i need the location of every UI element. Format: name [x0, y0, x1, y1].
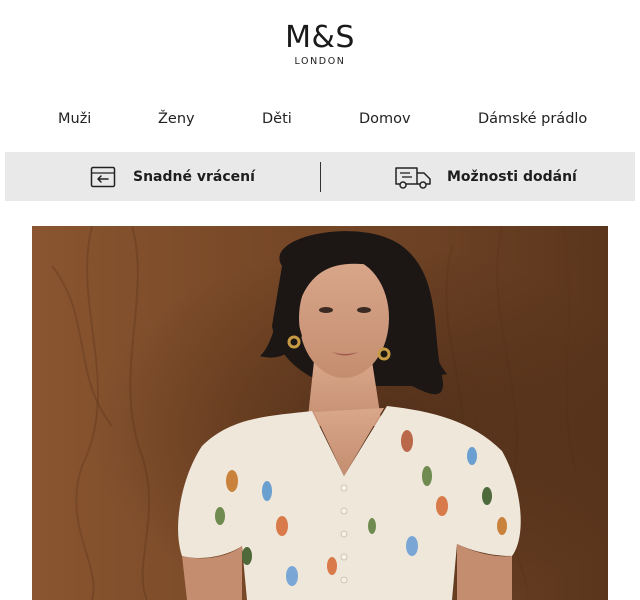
brand-logo[interactable]: M&S LONDON — [0, 20, 640, 68]
nav-item-zeny[interactable]: Ženy — [158, 108, 195, 130]
service-bar: Snadné vrácení Možnosti dodání — [5, 152, 635, 201]
nav-item-domov[interactable]: Domov — [359, 108, 411, 130]
easy-returns-label: Snadné vrácení — [133, 168, 255, 185]
woman-in-floral-blouse-photo — [32, 226, 608, 600]
return-parcel-icon — [89, 165, 117, 189]
main-nav: Muži Ženy Děti Domov Dámské prádlo — [0, 108, 640, 130]
hero-image[interactable] — [32, 226, 608, 600]
brand-name: M&S — [285, 20, 355, 55]
service-bar-divider — [320, 162, 321, 192]
nav-item-muzi[interactable]: Muži — [58, 108, 91, 130]
easy-returns-link[interactable]: Snadné vrácení — [89, 152, 255, 201]
delivery-options-label: Možnosti dodání — [447, 168, 577, 185]
delivery-truck-icon — [393, 163, 433, 191]
delivery-options-link[interactable]: Možnosti dodání — [393, 152, 577, 201]
brand-subtitle: LONDON — [294, 56, 346, 67]
nav-item-damske-pradlo[interactable]: Dámské prádlo — [478, 108, 587, 130]
nav-item-deti[interactable]: Děti — [262, 108, 292, 130]
